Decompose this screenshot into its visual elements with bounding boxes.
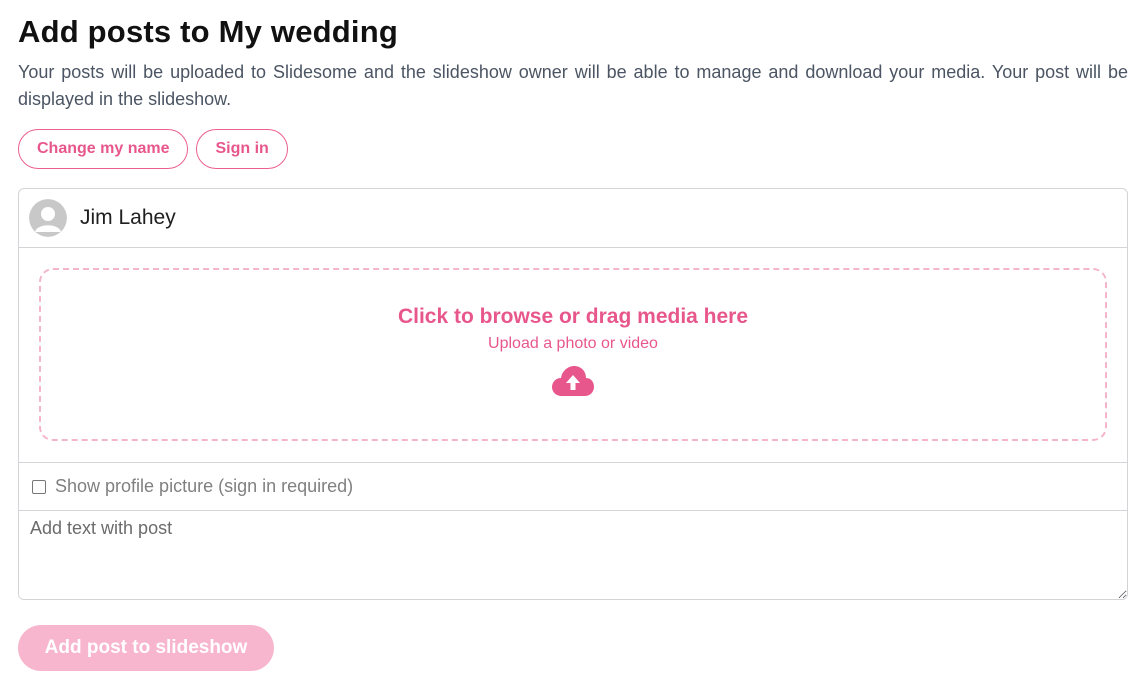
show-profile-picture-row: Show profile picture (sign in required) [19,463,1127,511]
add-posts-page: Add posts to My wedding Your posts will … [0,0,1144,690]
user-avatar-icon [29,199,67,237]
account-actions: Change my name Sign in [18,129,1127,169]
cloud-upload-icon [552,366,594,396]
page-title: Add posts to My wedding [18,14,399,49]
show-profile-picture-checkbox[interactable] [32,479,46,494]
author-name: Jim Lahey [80,206,176,229]
avatar [29,199,67,237]
post-author-header: Jim Lahey [19,189,1127,248]
sign-in-button[interactable]: Sign in [196,129,288,169]
upload-area: Click to browse or drag media here Uploa… [19,248,1127,463]
page-description: Your posts will be uploaded to Slidesome… [18,62,1128,109]
post-text-input[interactable] [19,511,1127,599]
dropzone-subtitle: Upload a photo or video [488,335,658,352]
dropzone-title: Click to browse or drag media here [397,305,749,328]
change-name-button[interactable]: Change my name [18,129,189,169]
post-form-card: Jim Lahey Click to browse or drag media … [18,188,1128,600]
media-dropzone[interactable]: Click to browse or drag media here Uploa… [39,268,1107,441]
add-post-button[interactable]: Add post to slideshow [18,625,274,671]
show-profile-picture-label[interactable]: Show profile picture (sign in required) [55,476,353,497]
